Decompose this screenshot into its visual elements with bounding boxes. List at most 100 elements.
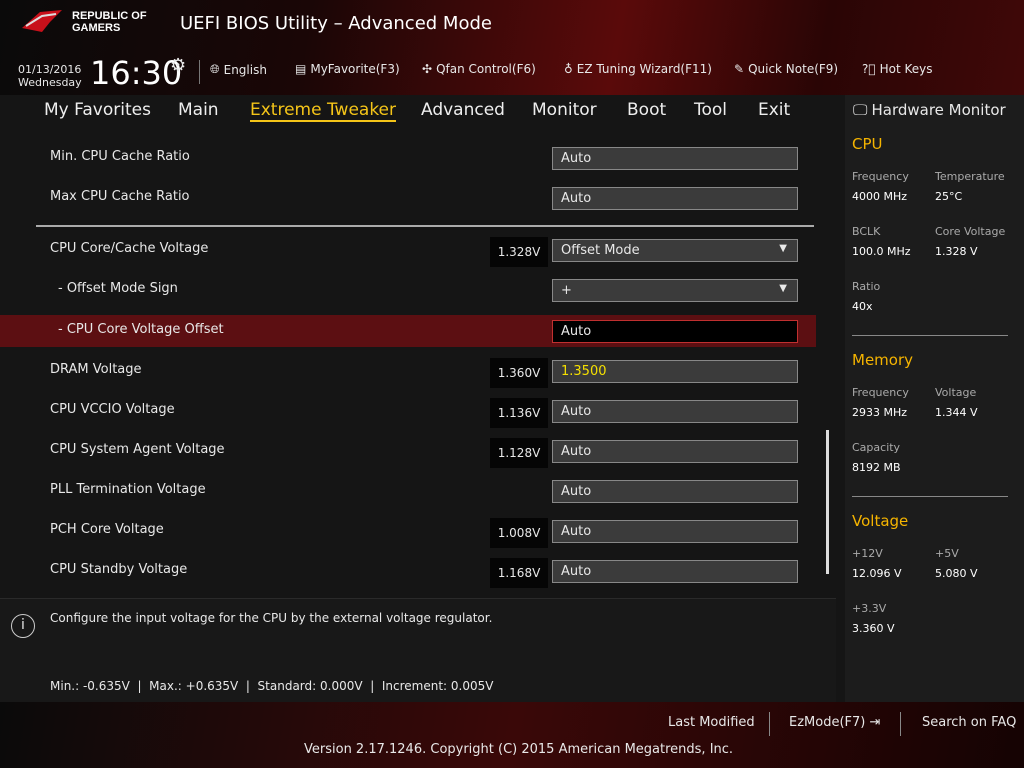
- setting-row[interactable]: CPU VCCIO Voltage 1.136V Auto: [0, 395, 816, 428]
- tab-boot[interactable]: Boot: [627, 100, 666, 120]
- label: Temperature: [935, 170, 1005, 183]
- label: BCLK: [852, 225, 881, 238]
- hardware-monitor-title: 🖵︎ Hardware Monitor: [853, 101, 1006, 119]
- value: Offset Mode: [561, 243, 640, 258]
- setting-row[interactable]: PCH Core Voltage 1.008V Auto: [0, 515, 816, 548]
- setting-input[interactable]: Auto: [552, 147, 798, 170]
- label: English: [223, 62, 267, 77]
- divider: [852, 496, 1008, 497]
- value: Auto: [561, 404, 592, 419]
- voltage-reading: 1.168V: [490, 558, 548, 588]
- myfavorite-button[interactable]: ▤ MyFavorite(F3): [295, 62, 400, 76]
- tab-my-favorites[interactable]: My Favorites: [44, 100, 151, 120]
- cpu-frequency: 4000 MHz: [852, 190, 908, 203]
- setting-input[interactable]: Auto: [552, 400, 798, 423]
- setting-input[interactable]: Auto: [552, 560, 798, 583]
- app-title: UEFI BIOS Utility – Advanced Mode: [180, 13, 492, 34]
- section-divider: [36, 225, 814, 227]
- label: Qfan Control(F6): [436, 62, 536, 76]
- footer: Last Modified EzMode(F7) ⇥ Search on FAQ…: [0, 702, 1024, 768]
- label: Quick Note(F9): [748, 62, 839, 76]
- tab-exit[interactable]: Exit: [758, 100, 790, 120]
- voltage-3v3: 3.360 V: [852, 622, 895, 635]
- setting-label: - CPU Core Voltage Offset: [58, 322, 224, 337]
- day: Wednesday: [18, 76, 82, 89]
- divider: [769, 712, 770, 736]
- tab-tool[interactable]: Tool: [694, 100, 727, 120]
- cpu-temperature: 25°C: [935, 190, 963, 203]
- setting-input[interactable]: Auto: [552, 520, 798, 543]
- info-icon: i: [11, 614, 35, 638]
- monitor-icon: 🖵︎: [853, 101, 868, 119]
- setting-row[interactable]: CPU Core/Cache Voltage 1.328V Offset Mode ▼: [0, 234, 816, 267]
- gear-icon[interactable]: ⚙: [170, 55, 186, 76]
- setting-dropdown[interactable]: + ▼: [552, 279, 798, 302]
- bulb-icon: ♁: [564, 62, 573, 76]
- chevron-down-icon: ▼: [779, 243, 787, 254]
- setting-input[interactable]: 1.3500: [552, 360, 798, 383]
- tab-main[interactable]: Main: [178, 100, 219, 120]
- exit-icon: ⇥: [869, 715, 881, 730]
- clock: 16:30: [90, 54, 183, 92]
- title: Hardware Monitor: [871, 101, 1006, 119]
- cpu-heading: CPU: [852, 135, 883, 153]
- setting-row[interactable]: - Offset Mode Sign + ▼: [0, 274, 816, 306]
- qfan-button[interactable]: ✣ Qfan Control(F6): [422, 62, 536, 76]
- copyright: Version 2.17.1246. Copyright (C) 2015 Am…: [304, 742, 734, 757]
- hot-keys-button[interactable]: ?⃞ Hot Keys: [862, 62, 932, 76]
- setting-label: CPU Standby Voltage: [50, 562, 188, 577]
- voltage-5v: 5.080 V: [935, 567, 978, 580]
- value: Auto: [561, 484, 592, 499]
- cpu-core-voltage: 1.328 V: [935, 245, 978, 258]
- label: Frequency: [852, 170, 909, 183]
- setting-row[interactable]: PLL Termination Voltage Auto: [0, 475, 816, 507]
- memory-capacity: 8192 MB: [852, 461, 901, 474]
- tab-advanced[interactable]: Advanced: [421, 100, 505, 120]
- last-modified-button[interactable]: Last Modified: [668, 715, 755, 730]
- tab-extreme-tweaker[interactable]: Extreme Tweaker: [250, 100, 397, 122]
- label: +5V: [935, 547, 959, 560]
- quick-note-button[interactable]: ✎ Quick Note(F9): [734, 62, 838, 76]
- language-button[interactable]: 🌐︎ English: [210, 62, 267, 77]
- ez-tuning-button[interactable]: ♁ EZ Tuning Wizard(F11): [564, 62, 712, 76]
- setting-dropdown[interactable]: Offset Mode ▼: [552, 239, 798, 262]
- scrollbar[interactable]: [826, 430, 829, 574]
- cpu-bclk: 100.0 MHz: [852, 245, 911, 258]
- setting-row[interactable]: CPU Standby Voltage 1.168V Auto: [0, 555, 816, 588]
- value: Auto: [561, 524, 592, 539]
- setting-row[interactable]: Min. CPU Cache Ratio Auto: [0, 142, 816, 174]
- value: Auto: [561, 191, 592, 206]
- setting-row[interactable]: CPU System Agent Voltage 1.128V Auto: [0, 435, 816, 468]
- label: Ratio: [852, 280, 881, 293]
- setting-label: CPU System Agent Voltage: [50, 442, 225, 457]
- label: MyFavorite(F3): [310, 62, 400, 76]
- voltage-reading: 1.136V: [490, 398, 548, 428]
- memory-heading: Memory: [852, 351, 914, 369]
- memory-voltage: 1.344 V: [935, 406, 978, 419]
- setting-row[interactable]: - CPU Core Voltage Offset Auto: [0, 315, 816, 347]
- setting-label: DRAM Voltage: [50, 362, 142, 377]
- setting-input[interactable]: Auto: [552, 480, 798, 503]
- setting-input[interactable]: Auto: [552, 187, 798, 210]
- tab-monitor[interactable]: Monitor: [532, 100, 597, 120]
- date: 01/13/2016: [18, 63, 82, 76]
- cpu-ratio: 40x: [852, 300, 873, 313]
- ezmode-button[interactable]: EzMode(F7) ⇥: [789, 715, 880, 730]
- label: EzMode(F7): [789, 715, 866, 730]
- setting-row[interactable]: Max CPU Cache Ratio Auto: [0, 182, 816, 214]
- brand-text: REPUBLIC OF GAMERS: [72, 10, 147, 34]
- voltage-heading: Voltage: [852, 512, 909, 530]
- setting-input[interactable]: Auto: [552, 320, 798, 343]
- setting-label: Max CPU Cache Ratio: [50, 189, 190, 204]
- label: EZ Tuning Wizard(F11): [576, 62, 712, 76]
- search-faq-button[interactable]: Search on FAQ: [922, 715, 1016, 730]
- setting-input[interactable]: Auto: [552, 440, 798, 463]
- fan-icon: ✣: [422, 62, 433, 76]
- value: Auto: [561, 564, 592, 579]
- setting-row[interactable]: DRAM Voltage 1.360V 1.3500: [0, 355, 816, 388]
- setting-label: CPU Core/Cache Voltage: [50, 241, 209, 256]
- setting-label: Min. CPU Cache Ratio: [50, 149, 190, 164]
- label: +3.3V: [852, 602, 887, 615]
- label: Frequency: [852, 386, 909, 399]
- voltage-12v: 12.096 V: [852, 567, 902, 580]
